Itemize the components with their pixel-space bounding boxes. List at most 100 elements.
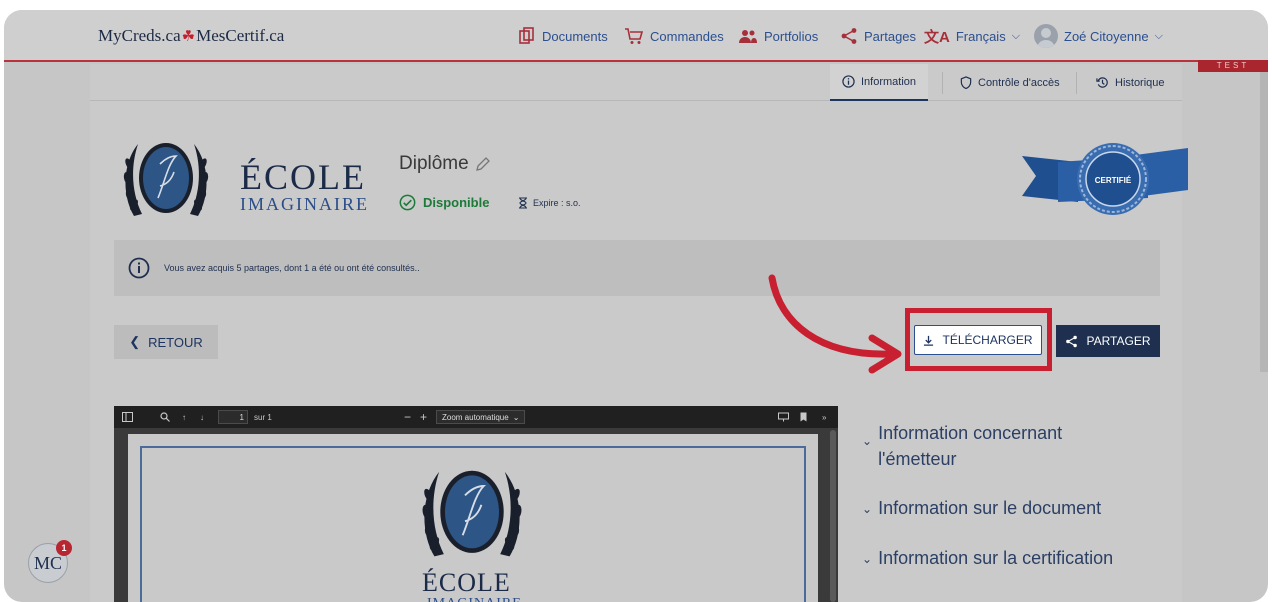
people-icon — [738, 28, 758, 44]
school-name: ÉCOLE — [240, 157, 366, 197]
nav-portfolios[interactable]: Portfolios — [738, 24, 818, 48]
main-content: Information Contrôle d'accès Historique — [90, 64, 1188, 602]
tab-information-label: Information — [861, 75, 917, 88]
browser-frame: MyCreds.ca ☘ MesCertif.ca Documents Comm… — [4, 10, 1268, 602]
nav-documents[interactable]: Documents — [518, 24, 608, 48]
app-launcher-label: MC — [33, 552, 62, 573]
nav-shares[interactable]: Partages — [840, 24, 916, 48]
chevron-down-icon: ⌵ — [1154, 29, 1163, 42]
zoom-in-icon[interactable]: + — [420, 410, 427, 424]
download-icon — [924, 335, 934, 346]
search-icon[interactable] — [160, 410, 170, 424]
presentation-mode-icon[interactable] — [778, 410, 789, 424]
translate-icon: 文A — [924, 28, 950, 46]
status-badge: Disponible — [399, 194, 489, 211]
edit-pencil-icon[interactable] — [475, 156, 491, 172]
chevron-down-icon: ⌵ — [1011, 29, 1021, 42]
back-button-label: RETOUR — [148, 334, 203, 350]
back-button[interactable]: ❮ RETOUR — [114, 325, 218, 359]
status-label: Disponible — [423, 195, 490, 210]
nav-orders[interactable]: Commandes — [624, 24, 724, 48]
arrow-down-icon[interactable]: ↓ — [200, 410, 204, 424]
maple-leaf-icon: ☘ — [181, 28, 196, 45]
certified-seal-icon: CERTIFIÉ — [1022, 143, 1188, 215]
brand-left: MyCreds.ca — [98, 26, 181, 45]
shield-icon — [960, 76, 972, 89]
pdf-school-name: ÉCOLE — [422, 568, 511, 597]
share-button-label: PARTAGER — [1086, 334, 1151, 348]
info-alert: Vous avez acquis 5 partages, dont 1 a ét… — [114, 240, 1160, 296]
user-menu[interactable]: Zoé Citoyenne ⌵ — [1034, 24, 1163, 48]
arrow-up-icon[interactable]: ↑ — [182, 410, 186, 424]
tab-bar: Information Contrôle d'accès Historique — [90, 64, 1182, 101]
info-icon — [842, 75, 855, 88]
accordion-document-label: Information sur le document — [878, 498, 1102, 518]
alert-message: Vous avez acquis 5 partages, dont 1 a ét… — [164, 263, 420, 273]
top-navigation: MyCreds.ca ☘ MesCertif.ca Documents Comm… — [4, 10, 1268, 62]
expiry-label: Expire : s.o. — [533, 198, 581, 208]
school-logo-icon — [422, 470, 522, 557]
hourglass-icon — [519, 197, 527, 209]
chevron-down-icon: ⌄ — [862, 434, 873, 448]
accordion-certification[interactable]: ⌄ Information sur la certification — [862, 548, 1113, 569]
accordion-issuer[interactable]: ⌄ Information concernant l'émetteur — [862, 420, 1062, 472]
tab-divider — [942, 72, 943, 94]
tab-history-label: Historique — [1115, 76, 1165, 89]
page-number-input[interactable] — [218, 410, 248, 424]
chevron-down-icon: ⌄ — [862, 551, 873, 566]
pdf-toolbar: ↑ ↓ sur 1 − + Zoom automatique ⌄ — [114, 406, 838, 428]
tab-information[interactable]: Information — [830, 64, 929, 101]
chevron-left-icon: ❮ — [129, 334, 141, 349]
cart-icon — [624, 27, 644, 45]
pdf-school-subtitle: IMAGINAIRE — [427, 596, 522, 602]
nav-documents-label: Documents — [542, 28, 608, 44]
school-logo-icon — [123, 143, 209, 216]
chevron-down-icon: ⌄ — [862, 501, 873, 516]
zoom-select-box[interactable]: Zoom automatique ⌄ — [436, 410, 526, 424]
page-number-field[interactable] — [218, 410, 248, 424]
expiry-info: Expire : s.o. — [518, 197, 581, 209]
page-total: sur 1 — [254, 412, 272, 422]
download-button[interactable]: TÉLÉCHARGER — [914, 325, 1042, 355]
share-button[interactable]: PARTAGER — [1056, 325, 1160, 357]
badge-label: CERTIFIÉ — [1095, 176, 1132, 185]
document-title-text: Diplôme — [399, 153, 469, 174]
accordion-issuer-line1: Information concernant — [878, 423, 1063, 443]
download-button-label: TÉLÉCHARGER — [942, 333, 1033, 347]
accordion-document[interactable]: ⌄ Information sur le document — [862, 498, 1101, 519]
tab-history[interactable]: Historique — [1084, 64, 1177, 101]
document-title: Diplôme — [399, 153, 491, 175]
page-scrollbar[interactable] — [1260, 72, 1268, 372]
nav-shares-label: Partages — [864, 28, 917, 44]
user-name: Zoé Citoyenne — [1064, 28, 1149, 44]
zoom-select-label: Zoom automatique — [442, 412, 509, 422]
sidebar-toggle-icon[interactable] — [122, 410, 133, 424]
chevron-down-icon: ⌄ — [512, 412, 520, 422]
brand-logo[interactable]: MyCreds.ca ☘ MesCertif.ca — [98, 26, 284, 46]
more-tools-icon[interactable]: » — [822, 410, 826, 424]
tab-access-control-label: Contrôle d'accès — [978, 76, 1060, 89]
accordion-certification-label: Information sur la certification — [878, 548, 1114, 568]
language-label: Français — [955, 28, 1006, 44]
documents-icon — [518, 27, 536, 45]
info-circle-icon — [128, 257, 150, 279]
nav-orders-label: Commandes — [650, 28, 724, 44]
accordion-issuer-line2: l'émetteur — [878, 449, 957, 469]
pdf-viewer[interactable]: ↑ ↓ sur 1 − + Zoom automatique ⌄ — [114, 406, 838, 602]
brand-right: MesCertif.ca — [196, 26, 285, 45]
share-icon — [840, 27, 858, 45]
school-subtitle: IMAGINAIRE — [240, 194, 369, 214]
avatar — [1034, 24, 1058, 48]
share-icon — [1066, 335, 1078, 347]
pdf-page: ÉCOLE IMAGINAIRE — [128, 434, 818, 602]
bookmark-icon[interactable] — [800, 410, 807, 424]
accordion-issuer-label: Information concernant l'émetteur — [878, 420, 1062, 472]
pdf-scrollbar[interactable] — [830, 430, 836, 602]
tab-access-control[interactable]: Contrôle d'accès — [948, 64, 1072, 101]
language-selector[interactable]: 文A Français ⌵ — [924, 24, 1020, 48]
zoom-select[interactable]: Zoom automatique ⌄ — [436, 410, 526, 424]
nav-portfolios-label: Portfolios — [764, 28, 819, 44]
environment-ribbon: TEST — [1198, 60, 1268, 72]
notification-badge: 1 — [56, 540, 72, 556]
zoom-out-icon[interactable]: − — [404, 410, 411, 424]
